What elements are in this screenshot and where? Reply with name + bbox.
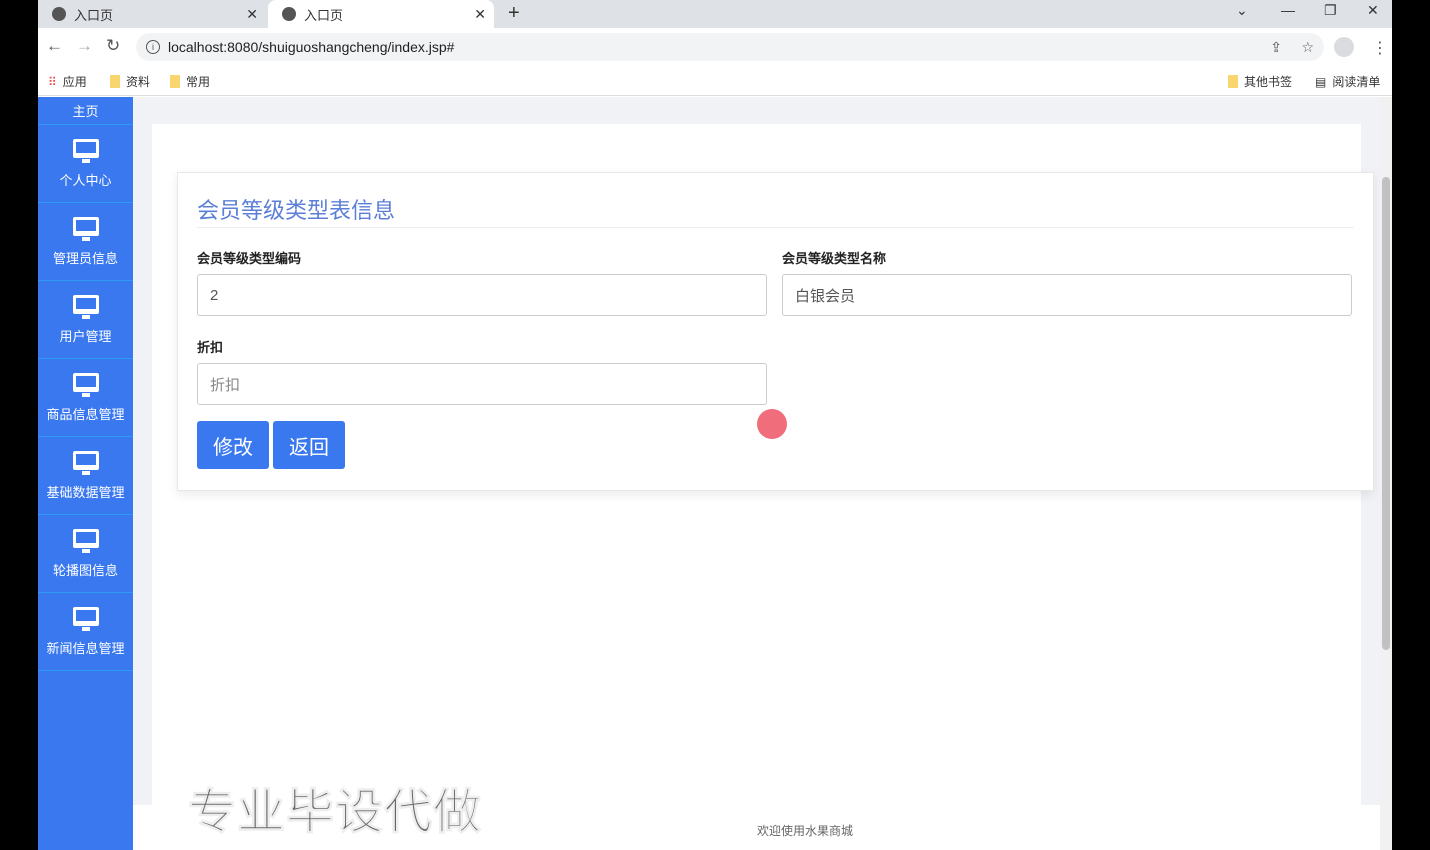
monitor-icon xyxy=(72,606,99,631)
sidebar-item-label: 主页 xyxy=(72,104,99,119)
watermark: 专业毕设代做 xyxy=(187,786,483,840)
profile-avatar[interactable] xyxy=(1334,37,1354,57)
tab-search-icon[interactable]: ⌄ xyxy=(1236,2,1248,19)
tab-2[interactable]: 入口页 ✕ xyxy=(268,0,494,28)
back-button[interactable]: 返回 xyxy=(273,421,345,469)
star-icon[interactable]: ☆ xyxy=(1301,39,1314,56)
discount-input[interactable]: 折扣 xyxy=(197,363,767,405)
url-text: localhost:8080/shuiguoshangcheng/index.j… xyxy=(168,39,455,55)
divider xyxy=(197,227,1354,228)
sidebar-item-label: 新闻信息管理 xyxy=(46,640,125,656)
monitor-icon xyxy=(72,450,99,475)
sidebar-item-label: 用户管理 xyxy=(59,328,112,344)
sidebar-item-admin-info[interactable]: 管理员信息 xyxy=(38,203,133,281)
content-panel: 会员等级类型表信息 会员等级类型编码 2 会员等级类型名称 白银会员 折扣 折扣… xyxy=(152,124,1374,805)
sidebar-item-home[interactable]: 主页 xyxy=(38,87,133,125)
monitor-icon xyxy=(72,294,99,319)
monitor-icon xyxy=(72,216,99,241)
bookmarks-bar: ⠿ 应用 资料 常用 其他书签 ▤ 阅读清单 xyxy=(38,66,1392,96)
globe-icon xyxy=(52,7,66,21)
monitor-icon xyxy=(72,138,99,163)
sidebar-item-label: 商品信息管理 xyxy=(46,406,125,422)
minimize-button[interactable]: — xyxy=(1281,2,1295,18)
reading-list[interactable]: ▤ 阅读清单 xyxy=(1315,73,1380,90)
submit-button[interactable]: 修改 xyxy=(197,421,269,469)
folder-icon xyxy=(1228,75,1238,88)
sidebar-item-news[interactable]: 新闻信息管理 xyxy=(38,593,133,671)
monitor-icon xyxy=(72,372,99,397)
reading-list-icon: ▤ xyxy=(1315,74,1327,89)
scrollbar[interactable] xyxy=(1380,97,1392,850)
tab-1[interactable]: 入口页 ✕ xyxy=(38,0,266,28)
sidebar-item-base-data[interactable]: 基础数据管理 xyxy=(38,437,133,515)
discount-label: 折扣 xyxy=(197,340,224,355)
monitor-icon xyxy=(72,528,99,553)
code-input[interactable]: 2 xyxy=(197,274,767,316)
mouse-cursor-highlight xyxy=(757,409,787,439)
sidebar-item-label: 管理员信息 xyxy=(52,250,118,266)
sidebar-item-carousel[interactable]: 轮播图信息 xyxy=(38,515,133,593)
close-tab-icon[interactable]: ✕ xyxy=(474,6,486,23)
forward-icon[interactable]: → xyxy=(76,36,93,56)
bookmark-folder[interactable]: 常用 xyxy=(170,73,210,90)
sidebar-item-label: 轮播图信息 xyxy=(52,562,118,578)
info-icon[interactable]: i xyxy=(146,40,160,54)
sidebar-item-label: 个人中心 xyxy=(59,172,112,188)
code-label: 会员等级类型编码 xyxy=(197,251,302,266)
back-icon[interactable]: ← xyxy=(46,36,63,56)
name-input[interactable]: 白银会员 xyxy=(782,274,1352,316)
bookmark-label: 阅读清单 xyxy=(1332,75,1381,89)
folder-icon xyxy=(170,75,180,88)
footer-text: 欢迎使用水果商城 xyxy=(757,824,854,838)
close-window-button[interactable]: ✕ xyxy=(1367,2,1379,19)
sidebar-item-label: 基础数据管理 xyxy=(46,484,125,500)
scrollbar-thumb[interactable] xyxy=(1382,177,1390,650)
browser-window: 入口页 ✕ 入口页 ✕ + ⌄ — ❐ ✕ ← → ↻ i localhost:808… xyxy=(38,0,1392,850)
new-tab-button[interactable]: + xyxy=(508,2,520,25)
bookmark-label: 常用 xyxy=(186,75,211,89)
sidebar-item-personal-center[interactable]: 个人中心 xyxy=(38,125,133,203)
sidebar-item-user-management[interactable]: 用户管理 xyxy=(38,281,133,359)
page-title: 会员等级类型表信息 xyxy=(197,198,396,223)
close-tab-icon[interactable]: ✕ xyxy=(246,6,258,23)
form-card: 会员等级类型表信息 会员等级类型编码 2 会员等级类型名称 白银会员 折扣 折扣… xyxy=(177,172,1374,491)
url-bar[interactable]: i localhost:8080/shuiguoshangcheng/index.… xyxy=(136,33,1324,61)
bookmark-label: 其他书签 xyxy=(1244,75,1293,89)
sidebar: 主页 个人中心 管理员信息 用户管理 商品信息管理 基础数据管理 轮播图信息 新… xyxy=(38,97,133,850)
name-label: 会员等级类型名称 xyxy=(782,251,887,266)
menu-icon[interactable]: ⋮ xyxy=(1372,38,1388,58)
sidebar-item-product-management[interactable]: 商品信息管理 xyxy=(38,359,133,437)
tab-title: 入口页 xyxy=(74,7,114,23)
tab-title: 入口页 xyxy=(304,7,344,23)
share-icon[interactable]: ⇪ xyxy=(1270,39,1282,56)
restore-button[interactable]: ❐ xyxy=(1324,2,1337,19)
main-content: 会员等级类型表信息 会员等级类型编码 2 会员等级类型名称 白银会员 折扣 折扣… xyxy=(133,97,1380,805)
reload-icon[interactable]: ↻ xyxy=(106,36,120,56)
globe-icon xyxy=(282,7,296,21)
tab-bar: 入口页 ✕ 入口页 ✕ + ⌄ — ❐ ✕ xyxy=(38,0,1392,28)
other-bookmarks[interactable]: 其他书签 xyxy=(1228,73,1292,90)
